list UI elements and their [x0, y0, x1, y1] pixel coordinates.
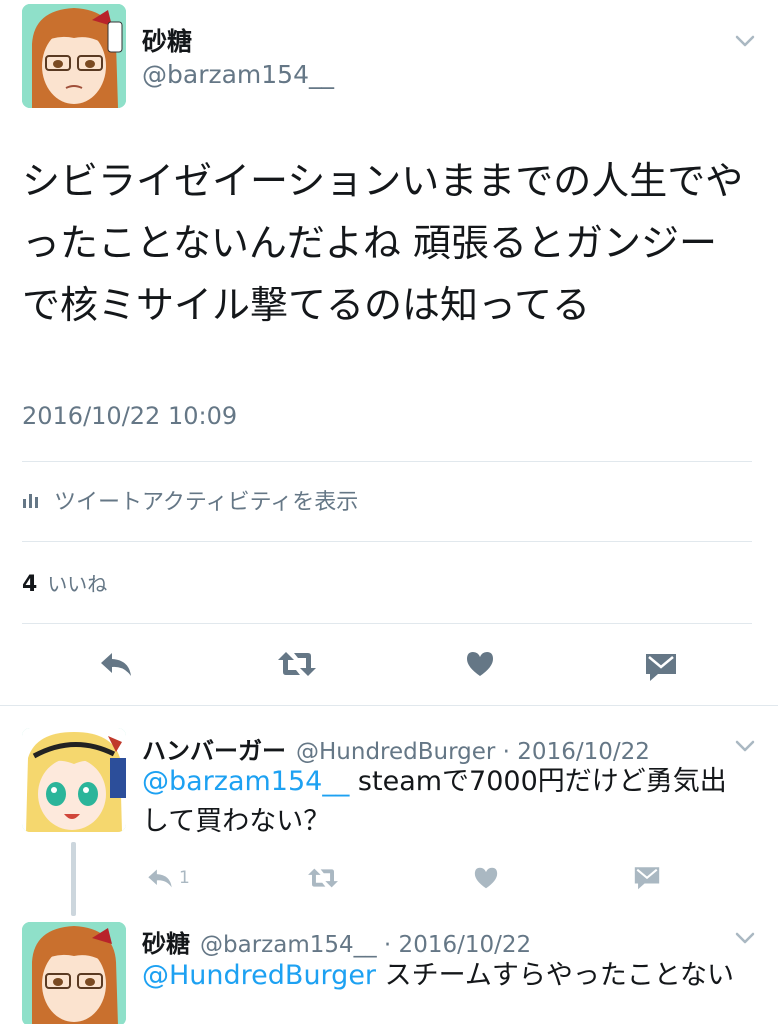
reply-author-avatar[interactable]: [22, 922, 126, 1024]
chevron-down-icon[interactable]: [735, 739, 755, 753]
reply-count: 1: [179, 868, 190, 888]
reply-body: スチームすらやったことない: [376, 960, 735, 991]
likes-label: いいね: [47, 572, 108, 596]
heart-icon[interactable]: [465, 650, 495, 678]
reply-text: @barzam154__ steamで7000円だけど勇気出して買わない？: [142, 762, 752, 842]
chevron-down-icon[interactable]: [735, 931, 755, 945]
avatar-illustration: [22, 922, 126, 1024]
retweet-icon[interactable]: [276, 650, 318, 678]
likes-summary[interactable]: 4 いいね: [22, 568, 107, 597]
reply-author-display-name[interactable]: ハンバーガー: [142, 737, 286, 765]
retweet-icon[interactable]: [306, 867, 340, 889]
author-avatar[interactable]: [22, 4, 126, 108]
reply-mention[interactable]: @barzam154__: [142, 766, 349, 797]
reply-mention[interactable]: @HundredBurger: [142, 960, 376, 991]
avatar-illustration: [22, 4, 126, 108]
heart-icon[interactable]: [473, 866, 499, 890]
reply-text: @HundredBurger スチームすらやったことない: [142, 956, 752, 996]
divider: [22, 541, 752, 542]
reply-meta[interactable]: @barzam154__ · 2016/10/22: [200, 932, 531, 958]
author-handle[interactable]: @barzam154__: [142, 60, 334, 89]
tweet-activity-link[interactable]: ツイートアクティビティを表示: [22, 485, 358, 515]
reply-header: ハンバーガー @HundredBurger · 2016/10/22: [142, 731, 650, 766]
divider: [0, 705, 778, 706]
avatar-illustration: [22, 728, 126, 832]
author-display-name[interactable]: 砂糖: [142, 22, 192, 58]
tweet-timestamp[interactable]: 2016/10/22 10:09: [22, 402, 237, 430]
divider: [22, 461, 752, 462]
reply-icon[interactable]: [146, 867, 174, 889]
tweet-activity-label: ツイートアクティビティを表示: [54, 490, 359, 515]
divider: [22, 623, 752, 624]
chevron-down-icon[interactable]: [735, 34, 755, 48]
envelope-icon[interactable]: [644, 650, 678, 682]
reply-author-display-name[interactable]: 砂糖: [142, 930, 190, 958]
reply-icon[interactable]: [98, 650, 134, 678]
reply-header: 砂糖 @barzam154__ · 2016/10/22: [142, 924, 531, 959]
bar-chart-icon: [23, 494, 38, 508]
tweet-text: シビライゼイーションいままでの人生でやったことないんだよね 頑張るとガンジーで核…: [22, 159, 744, 327]
reply-author-avatar[interactable]: [22, 728, 126, 832]
thread-connector: [71, 842, 76, 916]
envelope-icon[interactable]: [633, 864, 661, 890]
likes-count: 4: [22, 572, 38, 597]
